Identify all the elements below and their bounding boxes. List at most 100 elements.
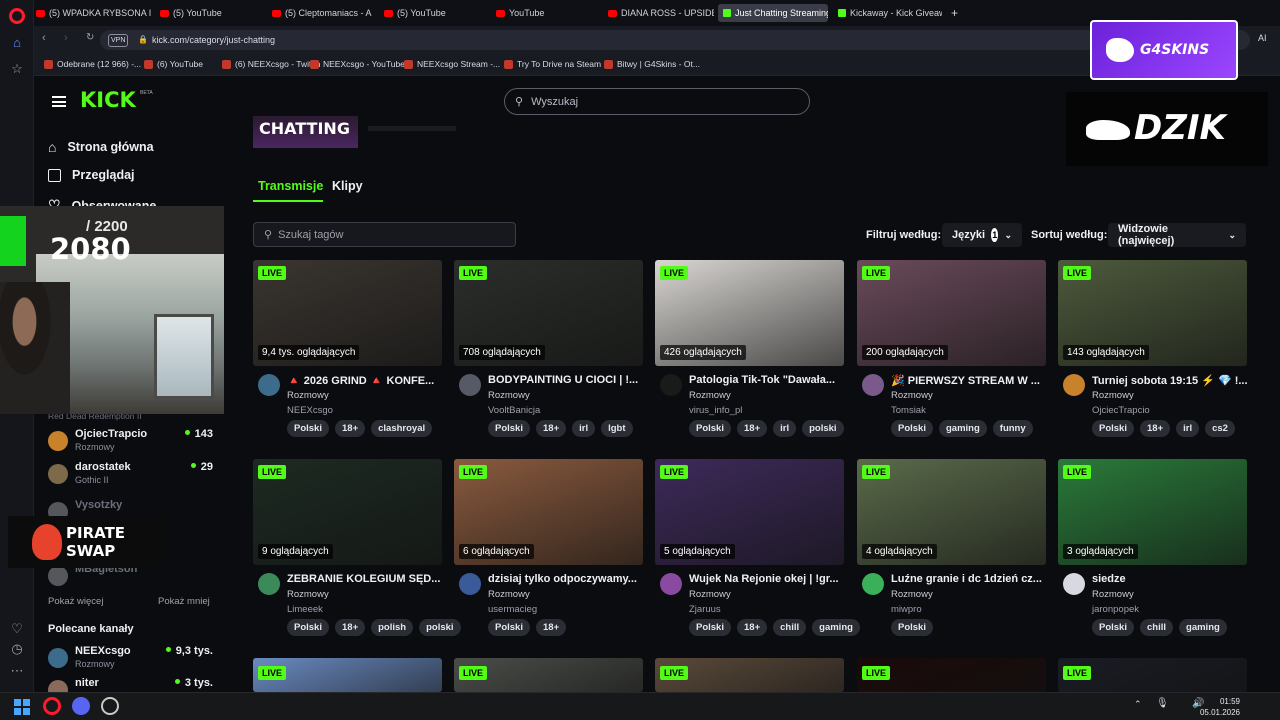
discord-taskbar-icon[interactable]: [72, 697, 90, 715]
streamer-name[interactable]: jaronpopek: [1092, 604, 1139, 615]
stream-category[interactable]: Rozmowy: [1092, 589, 1134, 600]
streamer-name[interactable]: miwpro: [891, 604, 922, 615]
stream-category[interactable]: Rozmowy: [891, 390, 933, 401]
stream-tag[interactable]: cs2: [1205, 420, 1235, 437]
stream-category[interactable]: Rozmowy: [689, 390, 731, 401]
stream-tag[interactable]: gaming: [1179, 619, 1227, 636]
heart-icon[interactable]: ♡: [8, 620, 26, 638]
streamer-name[interactable]: NEEXcsgo: [287, 405, 333, 416]
stream-category[interactable]: Rozmowy: [488, 390, 530, 401]
tag-search-input[interactable]: ⚲ Szukaj tagów: [253, 222, 516, 247]
opera-taskbar-icon[interactable]: [43, 697, 61, 715]
stream-card[interactable]: LIVE 9,4 tys. oglądających 🔺 2026 GRIND 🔺 …: [253, 260, 442, 445]
stream-thumbnail[interactable]: LIVE: [454, 658, 643, 692]
search-input[interactable]: ⚲ Wyszukaj: [504, 88, 810, 115]
stream-tag[interactable]: polski: [802, 420, 844, 437]
stream-tag[interactable]: chill: [1140, 619, 1174, 636]
stream-thumbnail[interactable]: LIVE: [1058, 658, 1247, 692]
stream-card[interactable]: LIVE: [655, 658, 844, 692]
stream-card[interactable]: LIVE: [454, 658, 643, 692]
stream-title[interactable]: Turniej sobota 19:15 ⚡ 💎 !...: [1092, 374, 1247, 387]
streamer-name[interactable]: Tomsiak: [891, 405, 926, 416]
streamer-avatar[interactable]: [660, 573, 682, 595]
kick-logo[interactable]: KICK: [80, 88, 136, 112]
bookmark-item[interactable]: Bitwy | G4Skins - Ot...: [604, 59, 700, 69]
stream-tag[interactable]: Polski: [488, 420, 530, 437]
streamer-avatar[interactable]: [459, 573, 481, 595]
stream-category[interactable]: Rozmowy: [488, 589, 530, 600]
stream-tag[interactable]: 18+: [536, 420, 567, 437]
browser-tab[interactable]: Just Chatting Streaming: [718, 4, 828, 22]
recommended-channel[interactable]: NEEXcsgo Rozmowy 9,3 tys.: [48, 645, 213, 675]
tab-clips[interactable]: Klipy: [332, 179, 363, 193]
streamer-avatar[interactable]: [660, 374, 682, 396]
stream-thumbnail[interactable]: LIVE 5 oglądających: [655, 459, 844, 565]
streamer-avatar[interactable]: [862, 374, 884, 396]
nav-browse[interactable]: Przeglądaj: [48, 168, 135, 182]
show-more-button[interactable]: Pokaż więcej: [48, 596, 103, 607]
browser-tab[interactable]: (5) YouTube: [384, 4, 484, 22]
stream-title[interactable]: Luźne granie i dc 1dzień cz...: [891, 573, 1046, 585]
stream-tag[interactable]: lgbt: [601, 420, 633, 437]
steam-taskbar-icon[interactable]: [101, 697, 119, 715]
stream-tag[interactable]: 18+: [335, 619, 366, 636]
stream-thumbnail[interactable]: LIVE 9 oglądających: [253, 459, 442, 565]
vpn-badge[interactable]: VPN: [108, 34, 129, 47]
stream-tag[interactable]: Polski: [689, 420, 731, 437]
stream-category[interactable]: Rozmowy: [1092, 390, 1134, 401]
sidebar-channel[interactable]: OjciecTrapcio Rozmowy 143: [48, 428, 213, 458]
stream-card[interactable]: LIVE: [253, 658, 442, 692]
stream-tag[interactable]: 18+: [1140, 420, 1171, 437]
nav-home[interactable]: ⌂ Strona główna: [48, 139, 154, 155]
streamer-avatar[interactable]: [1063, 374, 1085, 396]
stream-tag[interactable]: 18+: [335, 420, 366, 437]
sidebar-channel[interactable]: darostatek Gothic II 29: [48, 461, 213, 491]
clock-icon[interactable]: ◷: [8, 640, 26, 658]
streamer-name[interactable]: virus_info_pl: [689, 405, 742, 416]
stream-card[interactable]: LIVE 708 oglądających BODYPAINTING U CIOCI…: [454, 260, 643, 445]
stream-tag[interactable]: funny: [992, 420, 1033, 437]
bookmark-item[interactable]: NEEXcsgo Stream -...: [404, 59, 500, 69]
streamer-avatar[interactable]: [459, 374, 481, 396]
streamer-avatar[interactable]: [258, 374, 280, 396]
stream-title[interactable]: dzisiaj tylko odpoczywamy...: [488, 573, 643, 585]
url-field[interactable]: VPN 🔒 kick.com/category/just-chatting: [100, 30, 1250, 50]
stream-thumbnail[interactable]: LIVE 3 oglądających: [1058, 459, 1247, 565]
browser-tab[interactable]: DIANA ROSS - UPSIDE DO: [608, 4, 714, 22]
opera-logo-icon[interactable]: [9, 8, 25, 24]
stream-title[interactable]: Patologia Tik-Tok "Dawała...: [689, 374, 844, 386]
stream-title[interactable]: 🎉 PIERWSZY STREAM W ...: [891, 374, 1046, 387]
stream-thumbnail[interactable]: LIVE 426 oglądających: [655, 260, 844, 366]
stream-tag[interactable]: gaming: [939, 420, 987, 437]
stream-tag[interactable]: irl: [773, 420, 797, 437]
bookmark-item[interactable]: (6) NEEXcsgo - Twitch: [222, 59, 320, 69]
clock[interactable]: 01:59 05.01.2026: [1200, 696, 1240, 718]
stream-thumbnail[interactable]: LIVE 9,4 tys. oglądających: [253, 260, 442, 366]
streamer-avatar[interactable]: [1063, 573, 1085, 595]
stream-tag[interactable]: Polski: [488, 619, 530, 636]
stream-title[interactable]: 🔺 2026 GRIND 🔺 KONFE...: [287, 374, 442, 387]
stream-thumbnail[interactable]: LIVE: [253, 658, 442, 692]
stream-thumbnail[interactable]: LIVE: [857, 658, 1046, 692]
stream-tag[interactable]: clashroyal: [371, 420, 433, 437]
bookmark-item[interactable]: (6) YouTube: [144, 59, 203, 69]
stream-title[interactable]: siedze: [1092, 573, 1247, 585]
browser-tab[interactable]: (5) YouTube: [160, 4, 260, 22]
stream-category[interactable]: Rozmowy: [287, 390, 329, 401]
star-icon[interactable]: ☆: [8, 60, 26, 78]
tab-streams[interactable]: Transmisje: [258, 179, 323, 193]
stream-card[interactable]: LIVE 6 oglądających dzisiaj tylko odpoczyw…: [454, 459, 643, 644]
stream-tag[interactable]: Polski: [891, 420, 933, 437]
streamer-avatar[interactable]: [862, 573, 884, 595]
stream-card[interactable]: LIVE 426 oglądających Patologia Tik-Tok "D…: [655, 260, 844, 445]
menu-hamburger-icon[interactable]: [52, 96, 66, 107]
back-icon[interactable]: ‹: [42, 32, 46, 44]
stream-card[interactable]: LIVE: [1058, 658, 1247, 692]
streamer-name[interactable]: Limeeek: [287, 604, 323, 615]
reload-icon[interactable]: ↻: [86, 32, 94, 43]
stream-tag[interactable]: gaming: [812, 619, 860, 636]
windows-start-icon[interactable]: [14, 699, 30, 715]
stream-thumbnail[interactable]: LIVE: [655, 658, 844, 692]
stream-tag[interactable]: 18+: [536, 619, 567, 636]
stream-tag[interactable]: Polski: [1092, 420, 1134, 437]
